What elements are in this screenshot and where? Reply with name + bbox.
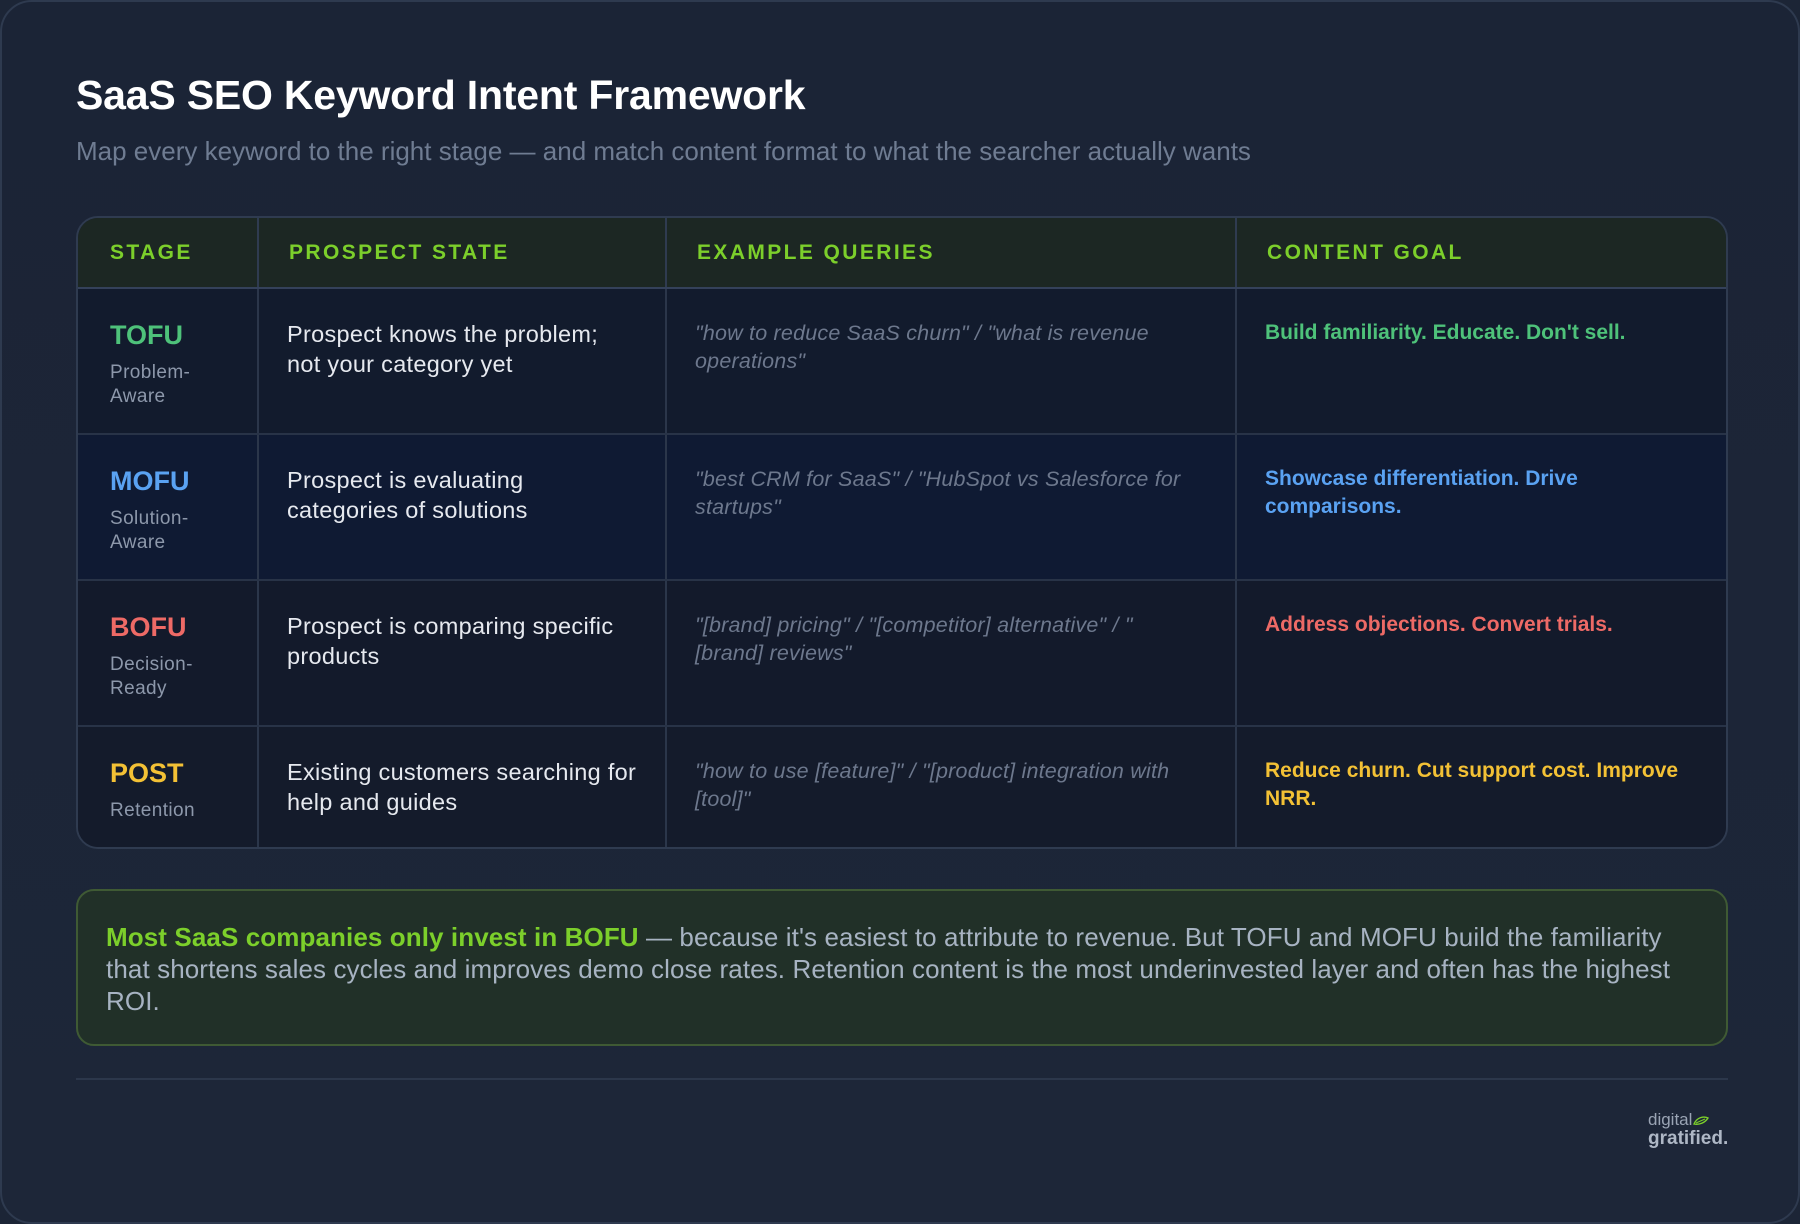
stage-name: POST bbox=[110, 758, 184, 788]
logo-text-1: digital bbox=[1648, 1110, 1693, 1129]
table-row: MOFU Solution-Aware Prospect is evaluati… bbox=[78, 434, 1726, 581]
stage-name: TOFU bbox=[110, 320, 183, 350]
stage-subtitle: Decision-Ready bbox=[110, 654, 193, 699]
stage-cell: MOFU Solution-Aware bbox=[78, 434, 259, 581]
content-goal-text: Showcase differentiation. Drive comparis… bbox=[1265, 467, 1578, 518]
content-goal-cell: Reduce churn. Cut support cost. Improve … bbox=[1236, 726, 1726, 847]
logo-line-1: digital bbox=[1648, 1110, 1728, 1129]
content-goal-text: Reduce churn. Cut support cost. Improve … bbox=[1265, 759, 1679, 810]
leaf-icon bbox=[1693, 1115, 1710, 1125]
framework-card: SaaS SEO Keyword Intent Framework Map ev… bbox=[0, 0, 1800, 1224]
example-queries-cell: "how to reduce SaaS churn" / "what is re… bbox=[666, 288, 1237, 435]
logo-line-2: gratified. bbox=[1648, 1128, 1729, 1149]
column-header-stage: STAGE bbox=[78, 218, 259, 289]
prospect-state-text: Prospect is evaluating categories of sol… bbox=[287, 467, 528, 523]
example-queries-text: "how to reduce SaaS churn" / "what is re… bbox=[695, 321, 1149, 373]
table-row: POST Retention Existing customers search… bbox=[78, 726, 1726, 847]
intent-table: STAGE PROSPECT STATE EXAMPLE QUERIES CON… bbox=[76, 216, 1728, 849]
page-title: SaaS SEO Keyword Intent Framework bbox=[76, 72, 806, 118]
table-row: TOFU Problem-Aware Prospect knows the pr… bbox=[78, 288, 1726, 435]
stage-cell: POST Retention bbox=[78, 726, 259, 847]
content-goal-cell: Build familiarity. Educate. Don't sell. bbox=[1236, 288, 1726, 435]
callout-lead: Most SaaS companies only invest in BOFU bbox=[106, 922, 639, 952]
column-header-prospect-state: PROSPECT STATE bbox=[258, 218, 667, 289]
example-queries-cell: "how to use [feature]" / "[product] inte… bbox=[666, 726, 1237, 847]
example-queries-cell: "best CRM for SaaS" / "HubSpot vs Salesf… bbox=[666, 434, 1237, 581]
table-row: BOFU Decision-Ready Prospect is comparin… bbox=[78, 580, 1726, 727]
prospect-state-text: Prospect knows the problem; not your cat… bbox=[287, 321, 599, 377]
table-header-row: STAGE PROSPECT STATE EXAMPLE QUERIES CON… bbox=[78, 218, 1726, 289]
insight-callout: Most SaaS companies only invest in BOFU … bbox=[76, 889, 1728, 1046]
page-subtitle: Map every keyword to the right stage — a… bbox=[76, 136, 1251, 166]
stage-name: BOFU bbox=[110, 612, 187, 642]
example-queries-cell: "[brand] pricing" / "[competitor] altern… bbox=[666, 580, 1237, 727]
brand-logo: digital gratified. bbox=[1648, 1110, 1728, 1148]
prospect-state-cell: Prospect is evaluating categories of sol… bbox=[258, 434, 667, 581]
stage-subtitle: Solution-Aware bbox=[110, 508, 189, 553]
column-header-content-goal: CONTENT GOAL bbox=[1236, 218, 1726, 289]
content-goal-text: Build familiarity. Educate. Don't sell. bbox=[1265, 321, 1626, 344]
content-goal-cell: Showcase differentiation. Drive comparis… bbox=[1236, 434, 1726, 581]
footer-divider bbox=[76, 1078, 1728, 1080]
prospect-state-cell: Prospect knows the problem; not your cat… bbox=[258, 288, 667, 435]
stage-subtitle: Retention bbox=[110, 800, 195, 821]
stage-cell: BOFU Decision-Ready bbox=[78, 580, 259, 727]
stage-name: MOFU bbox=[110, 466, 190, 496]
prospect-state-text: Prospect is comparing specific products bbox=[287, 613, 614, 669]
prospect-state-cell: Existing customers searching for help an… bbox=[258, 726, 667, 847]
example-queries-text: "best CRM for SaaS" / "HubSpot vs Salesf… bbox=[695, 467, 1181, 519]
content-goal-cell: Address objections. Convert trials. bbox=[1236, 580, 1726, 727]
stage-subtitle: Problem-Aware bbox=[110, 362, 191, 407]
example-queries-text: "how to use [feature]" / "[product] inte… bbox=[695, 759, 1170, 811]
column-header-example-queries: EXAMPLE QUERIES bbox=[666, 218, 1237, 289]
example-queries-text: "[brand] pricing" / "[competitor] altern… bbox=[695, 613, 1133, 665]
stage-cell: TOFU Problem-Aware bbox=[78, 288, 259, 435]
content-goal-text: Address objections. Convert trials. bbox=[1265, 613, 1613, 636]
prospect-state-cell: Prospect is comparing specific products bbox=[258, 580, 667, 727]
prospect-state-text: Existing customers searching for help an… bbox=[287, 759, 637, 815]
